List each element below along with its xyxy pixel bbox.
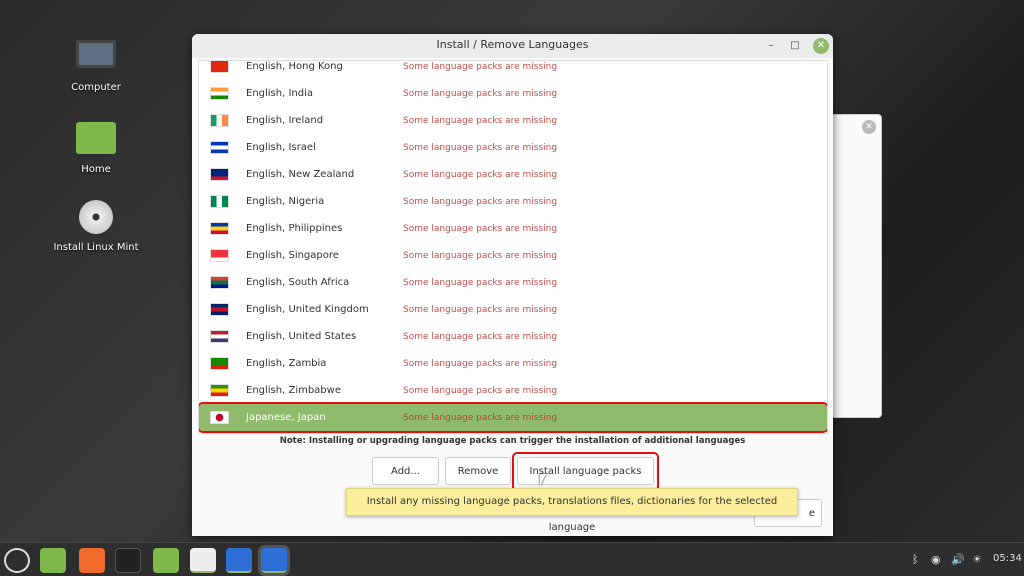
folder-icon [76, 122, 116, 154]
window-title: Install / Remove Languages [436, 38, 589, 51]
title-bar[interactable]: Install / Remove Languages – □ ✕ [192, 34, 833, 58]
language-name: English, United Kingdom [246, 304, 369, 315]
language-status: Some language packs are missing [403, 385, 558, 396]
language-row[interactable]: English, New Zealand Some language packs … [199, 161, 827, 188]
desktop-icon-computer[interactable]: Computer [51, 40, 141, 93]
volume-icon[interactable]: 🔊 [951, 553, 965, 566]
language-status: Some language packs are missing [403, 88, 558, 99]
language-name: English, Philippines [246, 223, 343, 234]
language-status: Some language packs are missing [403, 142, 558, 153]
desktop-icon-label: Home [81, 164, 111, 175]
flag-icon [210, 411, 229, 424]
language-row[interactable]: English, Zimbabwe Some language packs are… [199, 377, 827, 404]
language-name: English, Zambia [246, 358, 327, 369]
close-button[interactable]: ✕ [813, 38, 829, 54]
desktop-icon-label: Install Linux Mint [53, 242, 139, 253]
flag-icon [210, 114, 229, 127]
remove-button[interactable]: Remove [445, 457, 511, 485]
language-status: Some language packs are missing [403, 196, 558, 207]
language-row[interactable]: Japanese, Japan Some language packs are m… [199, 402, 827, 433]
language-name: English, Israel [246, 142, 316, 153]
language-name: English, South Africa [246, 277, 350, 288]
language-name: English, Nigeria [246, 196, 325, 207]
language-name: English, New Zealand [246, 169, 355, 180]
language-name: English, India [246, 88, 314, 99]
flag-icon [210, 195, 229, 208]
terminal-icon[interactable] [115, 548, 141, 573]
language-status: Some language packs are missing [403, 358, 558, 369]
language-name: English, Ireland [246, 115, 324, 126]
note-text: Note: Installing or upgrading language p… [279, 436, 746, 446]
language-status: Some language packs are missing [403, 61, 558, 72]
clock[interactable]: 05:34 [993, 553, 1022, 564]
highlight-annotation [512, 452, 659, 492]
computer-icon [76, 40, 116, 68]
language-app-icon[interactable] [226, 548, 252, 573]
flag-icon [210, 384, 229, 397]
language-status: Some language packs are missing [403, 169, 558, 180]
close-icon[interactable]: ✕ [862, 120, 876, 134]
language-name: Japanese, Japan [246, 412, 326, 423]
language-row[interactable]: English, United States Some language pack… [199, 323, 827, 350]
flag-icon [210, 87, 229, 100]
desktop-icon-home[interactable]: Home [51, 122, 141, 175]
network-icon[interactable]: ◉ [931, 553, 941, 566]
flag-icon [210, 357, 229, 370]
files-icon[interactable] [40, 548, 66, 573]
flag-icon [210, 249, 229, 262]
flag-icon [210, 303, 229, 316]
language-row[interactable]: English, India Some language packs are mi… [199, 80, 827, 107]
language-name: English, Zimbabwe [246, 385, 341, 396]
brightness-icon[interactable]: ☀ [972, 553, 982, 566]
flag-icon [210, 276, 229, 289]
mouse-cursor-icon [540, 474, 546, 486]
language-row[interactable]: English, Ireland Some language packs are … [199, 107, 827, 134]
flag-icon [210, 61, 229, 73]
language-status: Some language packs are missing [403, 277, 558, 288]
flag-icon [210, 222, 229, 235]
languages-window: Install / Remove Languages – □ ✕ English… [192, 34, 833, 536]
language-name: English, Hong Kong [246, 61, 343, 72]
folder-icon[interactable] [153, 548, 179, 573]
language-row[interactable]: English, Nigeria Some language packs are … [199, 188, 827, 215]
mint-menu-icon[interactable] [4, 548, 30, 573]
language-row[interactable]: English, Israel Some language packs are m… [199, 134, 827, 161]
minimize-button[interactable]: – [763, 38, 779, 54]
taskbar: ᛒ ◉ 🔊 ☀ 05:34 [0, 542, 1024, 576]
language-app-active-icon[interactable] [258, 545, 290, 576]
language-row[interactable]: English, Zambia Some language packs are m… [199, 350, 827, 377]
language-status: Some language packs are missing [403, 250, 558, 261]
tooltip: Install any missing language packs, tran… [346, 488, 798, 533]
desktop-icon-install[interactable]: Install Linux Mint [51, 200, 141, 253]
language-status: Some language packs are missing [403, 223, 558, 234]
bluetooth-icon[interactable]: ᛒ [912, 553, 919, 566]
flag-icon [210, 141, 229, 154]
flag-icon [210, 168, 229, 181]
disc-icon [79, 200, 113, 234]
firefox-icon[interactable] [79, 548, 105, 573]
language-status: Some language packs are missing [403, 304, 558, 315]
language-row[interactable]: English, Philippines Some language packs … [199, 215, 827, 242]
language-status: Some language packs are missing [403, 331, 558, 342]
language-row[interactable]: English, South Africa Some language packs… [199, 269, 827, 296]
desktop-icon-label: Computer [71, 82, 121, 93]
flag-icon [210, 330, 229, 343]
language-status: Some language packs are missing [403, 115, 558, 126]
language-name: English, Singapore [246, 250, 339, 261]
language-name: English, United States [246, 331, 357, 342]
language-list[interactable]: English, Hong Kong Some language packs ar… [198, 60, 828, 434]
maximize-button[interactable]: □ [787, 38, 803, 54]
language-row[interactable]: English, Hong Kong Some language packs ar… [199, 61, 827, 80]
language-row[interactable]: English, United Kingdom Some language pac… [199, 296, 827, 323]
settings-toggle-icon[interactable] [190, 548, 216, 573]
language-status: Some language packs are missing [403, 412, 558, 423]
add-button[interactable]: Add... [372, 457, 439, 485]
language-row[interactable]: English, Singapore Some language packs ar… [199, 242, 827, 269]
